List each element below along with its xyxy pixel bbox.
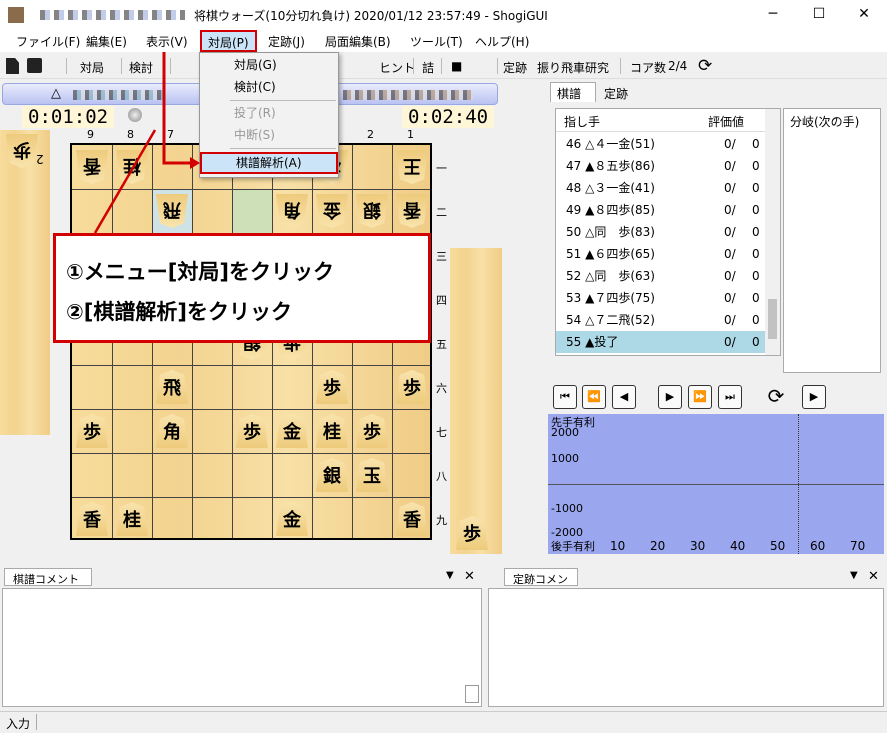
back-button[interactable]: ◀ (612, 385, 636, 409)
forward-10-button[interactable]: ⏩ (688, 385, 712, 409)
back-10-button[interactable]: ⏪ (582, 385, 606, 409)
graph-current-marker (798, 414, 799, 554)
branch-header: 分岐(次の手) (790, 115, 860, 129)
graph-x-tick: 10 (610, 539, 626, 553)
move-row[interactable]: 54 △７二飛(52) 0/0 (556, 309, 765, 331)
move-row[interactable]: 50 △同 歩(83) 0/0 (556, 221, 765, 243)
tab-joseki-comment[interactable]: 定跡コメント (504, 568, 578, 602)
pane-dropdown-icon[interactable]: ▼ (446, 570, 454, 581)
move-list[interactable]: 指し手 評価値 46 △４一金(51) 0/0 47 ▲８五歩(86) 0/0 48… (555, 108, 781, 356)
tab-kifu-comment[interactable]: 棋譜コメント (4, 568, 92, 586)
eval-header: 評価値 (708, 115, 745, 129)
play-button[interactable]: ▶ (802, 385, 826, 409)
pane-close-icon[interactable]: ✕ (464, 569, 475, 584)
move-row[interactable]: 48 △３一金(41) 0/0 (556, 177, 765, 199)
graph-bottom-label: 後手有利 (551, 540, 595, 553)
joseki-comment-box[interactable] (488, 588, 884, 707)
graph-y-tick: -1000 (551, 502, 583, 515)
move-row[interactable]: 46 △４一金(51) 0/0 (556, 133, 765, 155)
graph-x-tick: 50 (770, 539, 786, 553)
go-last-button[interactable]: ⏭ (718, 385, 742, 409)
move-row[interactable]: 51 ▲６四歩(65) 0/0 (556, 243, 765, 265)
graph-x-tick: 30 (690, 539, 706, 553)
move-header: 指し手 (564, 115, 601, 129)
graph-x-tick: 40 (730, 539, 746, 553)
move-row[interactable]: 52 △同 歩(63) 0/0 (556, 265, 765, 287)
move-row-selected[interactable]: 55 ▲投了 0/0 (556, 331, 765, 353)
instruction-step-1: ①メニュー[対局]をクリック (66, 260, 334, 284)
comment-scrollbar[interactable] (465, 685, 479, 703)
forward-button[interactable]: ▶ (658, 385, 682, 409)
move-list-scrollbar[interactable] (765, 109, 780, 355)
graph-x-tick: 60 (810, 539, 826, 553)
graph-y-tick: 1000 (551, 452, 579, 465)
pane-close-icon[interactable]: ✕ (868, 569, 879, 584)
status-bar: 入力 (0, 711, 887, 733)
right-tab-bar: 棋譜 定跡 (548, 82, 884, 102)
move-row[interactable]: 49 ▲８四歩(85) 0/0 (556, 199, 765, 221)
move-row[interactable]: 47 ▲８五歩(86) 0/0 (556, 155, 765, 177)
instruction-step-2: ②[棋譜解析]をクリック (66, 300, 292, 324)
flip-board-icon[interactable]: ⟳ (764, 385, 788, 409)
graph-zero-line (548, 484, 884, 485)
eval-graph[interactable]: 先手有利 2000 1000 -1000 -2000 後手有利 10 20 30… (548, 414, 884, 554)
graph-y-tick: 2000 (551, 426, 579, 439)
graph-x-tick: 20 (650, 539, 666, 553)
pane-dropdown-icon[interactable]: ▼ (850, 570, 858, 581)
comment-pane-header: 棋譜コメント ▼ ✕ (2, 568, 482, 586)
instruction-callout: ①メニュー[対局]をクリック ②[棋譜解析]をクリック (53, 233, 431, 343)
go-first-button[interactable]: ⏮ (553, 385, 577, 409)
move-row[interactable]: 53 ▲７四歩(75) 0/0 (556, 287, 765, 309)
joseki-pane-header: 定跡コメント ▼ ✕ (488, 568, 884, 602)
tab-kifu[interactable]: 棋譜 (550, 82, 596, 102)
branch-panel[interactable]: 分岐(次の手) (783, 108, 881, 373)
tab-joseki[interactable]: 定跡 (598, 84, 634, 103)
graph-x-tick: 70 (850, 539, 866, 553)
kifu-comment-box[interactable] (2, 588, 482, 707)
status-text: 入力 (6, 717, 31, 731)
